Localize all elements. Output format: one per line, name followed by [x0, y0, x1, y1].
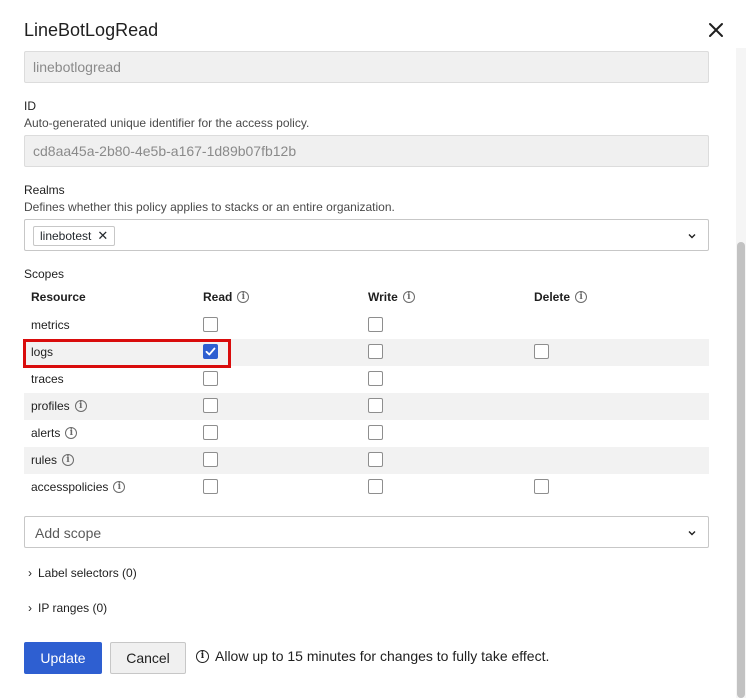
info-icon[interactable]: i	[65, 427, 78, 439]
chevron-right-icon: ›	[28, 601, 32, 615]
scope-row-accesspolicies: accesspolicies i	[24, 474, 709, 501]
scope-row-metrics: metrics	[24, 312, 709, 339]
info-icon: i	[196, 649, 209, 663]
chevron-down-icon	[688, 234, 696, 239]
info-icon[interactable]: i	[113, 481, 126, 493]
remove-tag-icon[interactable]: ✕	[97, 229, 108, 242]
info-icon[interactable]: i	[62, 454, 75, 466]
info-icon[interactable]: i	[237, 291, 250, 303]
scope-row-rules: rules i	[24, 447, 709, 474]
column-header-delete: Delete i	[534, 290, 588, 304]
accesspolicies-read-checkbox[interactable]	[203, 479, 218, 494]
name-field[interactable]: linebotlogread	[24, 51, 709, 83]
close-icon	[709, 23, 723, 37]
scope-row-alerts: alerts i	[24, 420, 709, 447]
rules-read-checkbox[interactable]	[203, 452, 218, 467]
accesspolicies-write-checkbox[interactable]	[368, 479, 383, 494]
profiles-write-checkbox[interactable]	[368, 398, 383, 413]
realms-label: Realms	[24, 183, 65, 197]
ip-ranges-toggle[interactable]: › IP ranges (0)	[28, 601, 107, 615]
column-header-write: Write i	[368, 290, 415, 304]
info-icon[interactable]: i	[402, 291, 415, 303]
scope-name: alerts i	[31, 426, 78, 440]
dialog-title: LineBotLogRead	[24, 20, 159, 40]
chevron-right-icon: ›	[28, 566, 32, 580]
realm-tag-label: linebotest	[40, 229, 92, 243]
realm-tag: linebotest ✕	[33, 226, 116, 246]
scopes-label: Scopes	[24, 267, 65, 281]
info-icon[interactable]: i	[74, 400, 87, 412]
scope-name: rules i	[31, 453, 75, 467]
chevron-down-icon	[688, 531, 696, 536]
column-header-resource: Resource	[31, 290, 86, 304]
rules-write-checkbox[interactable]	[368, 452, 383, 467]
traces-write-checkbox[interactable]	[368, 371, 383, 386]
logs-write-checkbox[interactable]	[368, 344, 383, 359]
alerts-write-checkbox[interactable]	[368, 425, 383, 440]
label-selectors-label: Label selectors (0)	[38, 566, 137, 580]
ip-ranges-label: IP ranges (0)	[38, 601, 108, 615]
id-label: ID	[24, 99, 36, 113]
close-button[interactable]	[704, 18, 728, 42]
scope-row-profiles: profiles i	[24, 393, 709, 420]
info-icon[interactable]: i	[575, 291, 588, 303]
scope-row-traces: traces	[24, 366, 709, 393]
notice: i Allow up to 15 minutes for changes to …	[196, 648, 549, 664]
id-description: Auto-generated unique identifier for the…	[24, 116, 310, 130]
id-field[interactable]: cd8aa45a-2b80-4e5b-a167-1d89b07fb12b	[24, 135, 709, 167]
label-selectors-toggle[interactable]: › Label selectors (0)	[28, 566, 137, 580]
add-scope-select[interactable]: Add scope	[24, 516, 709, 548]
column-header-read: Read i	[203, 290, 250, 304]
scope-name: metrics	[31, 318, 70, 332]
update-button[interactable]: Update	[24, 642, 102, 674]
logs-delete-checkbox[interactable]	[534, 344, 549, 359]
metrics-read-checkbox[interactable]	[203, 317, 218, 332]
scope-name: profiles i	[31, 399, 87, 413]
accesspolicies-delete-checkbox[interactable]	[534, 479, 549, 494]
scope-name: traces	[31, 372, 64, 386]
metrics-write-checkbox[interactable]	[368, 317, 383, 332]
cancel-button[interactable]: Cancel	[110, 642, 186, 674]
highlight-box	[23, 339, 231, 368]
alerts-read-checkbox[interactable]	[203, 425, 218, 440]
traces-read-checkbox[interactable]	[203, 371, 218, 386]
realms-select[interactable]: linebotest ✕	[24, 219, 709, 251]
add-scope-placeholder: Add scope	[35, 525, 102, 541]
scope-name: accesspolicies i	[31, 480, 126, 494]
realms-description: Defines whether this policy applies to s…	[24, 200, 395, 214]
scrollbar-thumb[interactable]	[737, 242, 745, 698]
notice-text: Allow up to 15 minutes for changes to fu…	[215, 648, 550, 664]
profiles-read-checkbox[interactable]	[203, 398, 218, 413]
